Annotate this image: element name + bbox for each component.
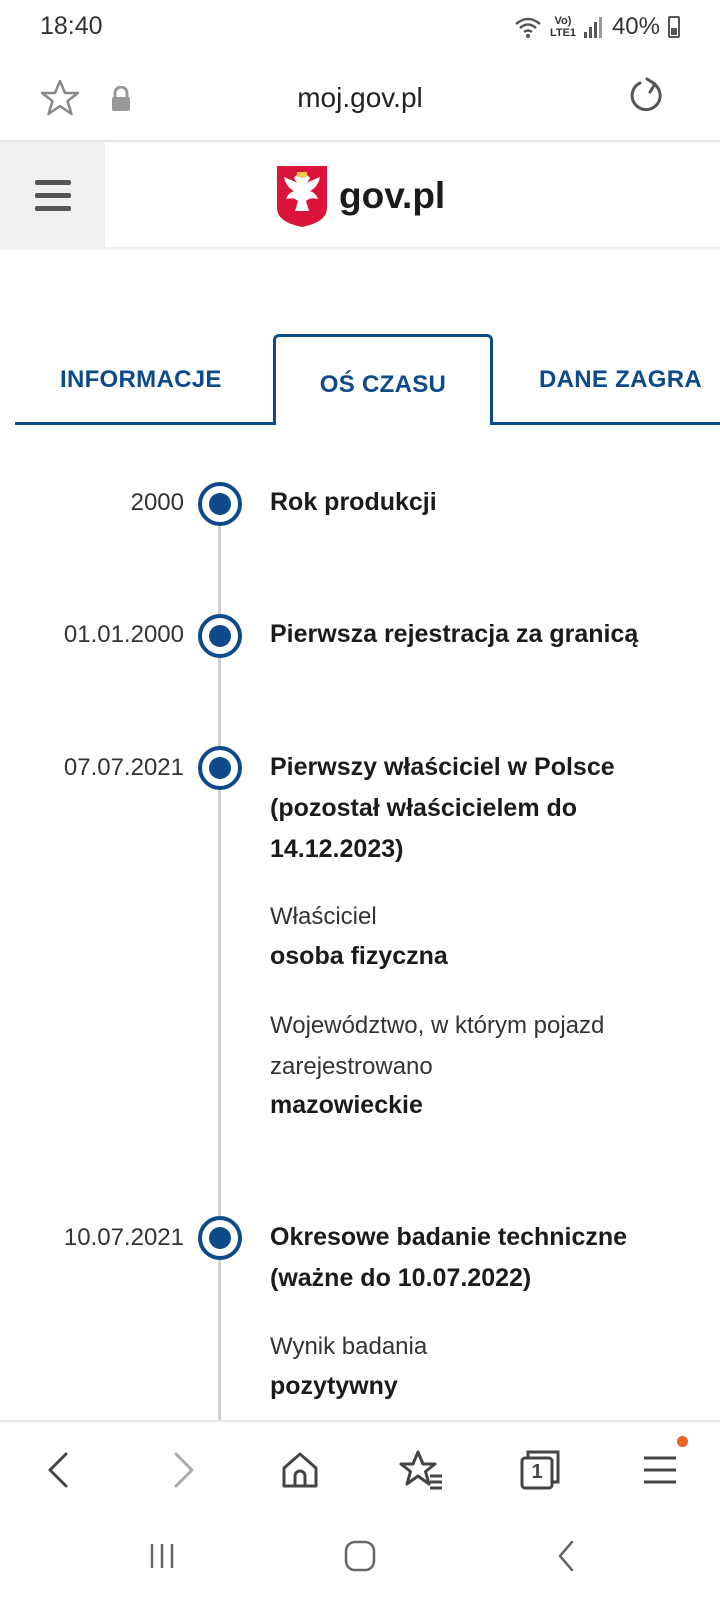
home-icon[interactable] (276, 1446, 324, 1494)
timeline-date: 10.07.2021 (63, 1224, 184, 1251)
tab-os-czasu[interactable]: OŚ CZASU (273, 334, 493, 425)
timeline-dot-icon (198, 1216, 242, 1260)
tab-divider (491, 422, 720, 425)
reload-icon[interactable] (626, 76, 666, 116)
signal-icon (583, 17, 602, 38)
gov-logo[interactable]: gov.pl (275, 164, 445, 228)
detail-value: osoba fizyczna (270, 942, 448, 970)
recent-apps-icon[interactable] (144, 1536, 184, 1576)
tab-dane-zagraniczne[interactable]: DANE ZAGRA (539, 366, 702, 394)
status-time: 18:40 (40, 12, 103, 40)
tabs-button[interactable]: 1 (516, 1446, 564, 1494)
bookmarks-icon[interactable] (398, 1446, 446, 1494)
tab-informacje[interactable]: INFORMACJE (60, 366, 222, 394)
status-bar: 18:40 Vo) LTE1 40% (0, 0, 720, 56)
logo-text: gov.pl (339, 175, 446, 216)
tab-bar: INFORMACJE OŚ CZASU DANE ZAGRA (15, 334, 720, 426)
detail-value: pozytywny (270, 1372, 398, 1400)
timeline-title: Pierwsza rejestracja za granicą (270, 620, 639, 648)
browser-menu-icon[interactable] (636, 1446, 684, 1494)
wifi-icon (515, 17, 541, 38)
notification-dot-icon (677, 1436, 688, 1447)
timeline: 2000 Rok produkcji 01.01.2000 Pierwsza r… (0, 426, 720, 1420)
timeline-dot-icon (198, 746, 242, 790)
forward-arrow-icon[interactable] (158, 1446, 206, 1494)
system-back-icon[interactable] (548, 1536, 588, 1576)
detail-label: Województwo, w którym pojazd zarejestrow… (270, 1012, 605, 1080)
hamburger-menu-button[interactable] (0, 142, 105, 248)
timeline-dot-icon (198, 614, 242, 658)
polish-eagle-emblem-icon (277, 166, 327, 227)
timeline-dot-icon (198, 482, 242, 526)
network-label: Vo) LTE1 (549, 15, 577, 39)
url-text[interactable]: moj.gov.pl (0, 82, 720, 114)
timeline-date: 01.01.2000 (63, 621, 184, 648)
tab-count: 1 (531, 1461, 543, 1483)
tab-label: OŚ CZASU (319, 371, 447, 398)
back-arrow-icon[interactable] (36, 1446, 84, 1494)
status-icons: Vo) LTE1 40% (514, 12, 680, 42)
timeline-title: Pierwszy właściciel w Polsce (pozostał w… (270, 753, 615, 863)
battery-icon (668, 16, 680, 38)
browser-address-bar: moj.gov.pl (0, 56, 720, 142)
system-home-icon[interactable] (340, 1536, 380, 1576)
battery-percent: 40% (611, 13, 660, 40)
detail-label: Wynik badania (270, 1333, 428, 1360)
detail-value: mazowieckie (270, 1091, 423, 1119)
timeline-title: Rok produkcji (270, 488, 437, 516)
timeline-date: 07.07.2021 (63, 754, 184, 781)
site-header: gov.pl (0, 142, 720, 250)
system-nav-bar (0, 1516, 720, 1600)
timeline-date: 2000 (130, 489, 184, 516)
tab-divider (15, 422, 273, 425)
timeline-title: Okresowe badanie techniczne (ważne do 10… (270, 1223, 628, 1292)
browser-bottom-nav: 1 (0, 1420, 720, 1516)
detail-label: Właściciel (270, 903, 377, 930)
